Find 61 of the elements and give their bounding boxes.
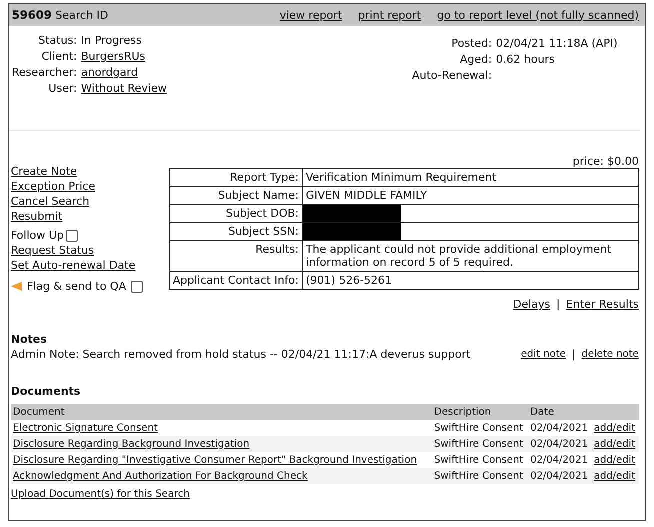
- table-cell: Report Type:: [170, 168, 302, 186]
- section-title: Documents: [11, 385, 82, 398]
- checkbox-label: Follow Up: [11, 229, 64, 242]
- section-title: Notes: [11, 333, 48, 346]
- checkbox-label: Flag & send to QA: [27, 280, 126, 293]
- delays-link[interactable]: Delays: [513, 298, 551, 311]
- field-value: 0.62 hours: [496, 53, 556, 66]
- table-cell: SwiftHire Consent: [432, 452, 528, 468]
- flag-icon: [11, 281, 22, 292]
- field-value: 02/04/21 11:18A (API): [496, 37, 619, 50]
- header-link[interactable]: print report: [358, 8, 422, 22]
- delete-note-link[interactable]: delete note: [582, 349, 639, 360]
- field-label: Client:: [40, 50, 78, 63]
- search-id-label: Search ID: [56, 9, 109, 22]
- table-cell: Subject SSN:: [170, 222, 302, 240]
- checkbox[interactable]: [131, 280, 144, 292]
- action-link[interactable]: Cancel Search: [11, 195, 151, 208]
- separator: |: [556, 298, 560, 311]
- field-label: Posted:: [450, 37, 492, 50]
- field-link[interactable]: anordgard: [81, 66, 167, 79]
- action-link[interactable]: Exception Price: [11, 180, 151, 193]
- field-label: Auto-Renewal:: [411, 69, 492, 82]
- enter-results-link[interactable]: Enter Results: [566, 298, 639, 311]
- table-cell: Applicant Contact Info:: [170, 272, 302, 290]
- header-link[interactable]: go to report level (not fully scanned): [437, 8, 639, 22]
- table-cell: Verification Minimum Requirement: [302, 168, 638, 186]
- table-cell: 02/04/2021: [528, 452, 592, 468]
- table-cell: SwiftHire Consent: [432, 468, 528, 484]
- table-cell: Results:: [170, 240, 302, 272]
- action-link[interactable]: Request Status: [11, 244, 151, 257]
- action-link[interactable]: Create Note: [11, 165, 151, 178]
- price: price: $0.00: [572, 155, 639, 168]
- field-label: Aged:: [459, 53, 492, 66]
- table-cell: Subject DOB:: [170, 204, 302, 222]
- field-label: User:: [48, 82, 78, 95]
- field-link[interactable]: Without Review: [81, 82, 167, 95]
- table-cell: SwiftHire Consent: [432, 420, 528, 436]
- table-cell: The applicant could not provide additional employment information on record 5 of 5 required.: [302, 240, 638, 272]
- table-cell: SwiftHire Consent: [432, 436, 528, 452]
- field-value: In Progress: [81, 34, 143, 47]
- note-text: Admin Note: Search removed from hold status -- 02/04/21 11:17:A deverus support: [11, 348, 472, 361]
- field-label: Status:: [38, 34, 78, 47]
- field-label: Researcher:: [12, 66, 78, 79]
- search-id: 59609: [12, 8, 52, 22]
- upload-link[interactable]: Upload Document(s) for this Search: [11, 489, 190, 500]
- action-link[interactable]: Set Auto-renewal Date: [11, 259, 151, 272]
- action-link[interactable]: Resubmit: [11, 210, 151, 223]
- table-cell: 02/04/2021: [528, 468, 592, 484]
- table-cell: (901) 526-5261: [302, 272, 638, 290]
- checkbox[interactable]: [66, 230, 78, 242]
- column-header: Date: [528, 404, 592, 420]
- table-cell: 02/04/2021: [528, 436, 592, 452]
- table-cell: 02/04/2021: [528, 420, 592, 436]
- edit-note-link[interactable]: edit note: [521, 349, 566, 360]
- column-header: Description: [432, 404, 528, 420]
- header-link[interactable]: view report: [280, 8, 342, 22]
- field-link[interactable]: BurgersRUs: [81, 50, 167, 63]
- table-cell: Subject Name:: [170, 186, 302, 204]
- document-link[interactable]: Electronic Signature Consent: [13, 422, 158, 434]
- column-header: Document: [11, 404, 432, 420]
- separator: |: [572, 348, 576, 361]
